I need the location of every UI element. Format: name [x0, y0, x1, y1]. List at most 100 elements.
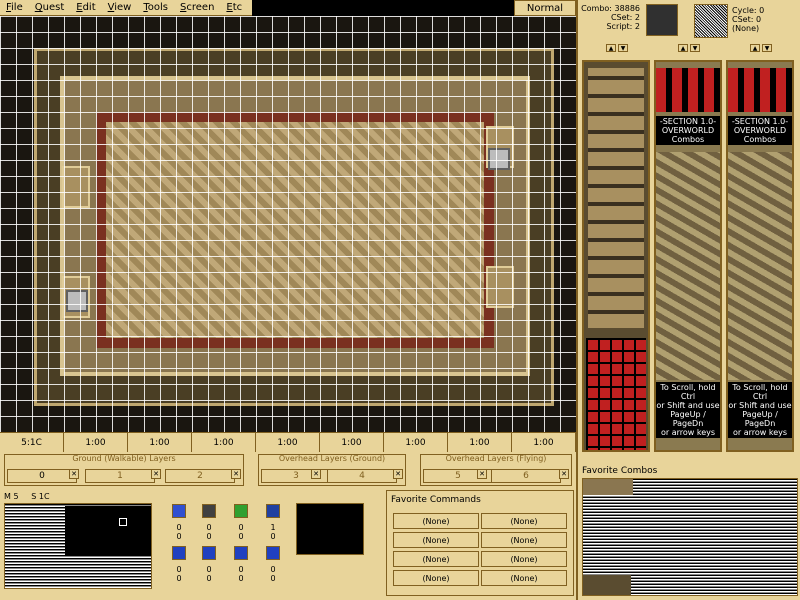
ground-layers-title: Ground (Walkable) Layers — [72, 454, 176, 463]
cycle-down-arrow[interactable]: ▼ — [762, 44, 772, 52]
screen-tab[interactable]: 1:00 — [256, 433, 320, 452]
wall-torch-right-bottom — [486, 266, 514, 308]
item-value: 0 — [238, 574, 244, 583]
screen-tab[interactable]: 1:00 — [128, 433, 192, 452]
screen-tab[interactable]: 1:00 — [512, 433, 576, 452]
menu-view[interactable]: View — [102, 2, 138, 13]
item-value: 0 — [176, 532, 182, 541]
favorite-combo-slot[interactable] — [583, 479, 633, 495]
wall-torch-left-top — [62, 166, 90, 208]
b-button-icon[interactable] — [202, 546, 216, 560]
item-value: 0 — [238, 532, 244, 541]
favorite-command-button[interactable]: (None) — [481, 532, 567, 548]
minimap[interactable] — [4, 503, 152, 589]
menu-etc[interactable]: Etc — [220, 2, 248, 13]
a-button-icon[interactable] — [172, 546, 186, 560]
favorite-combos-title: Favorite Combos — [582, 466, 658, 476]
combo-swatch-row — [728, 68, 792, 112]
item-value: 0 — [176, 565, 182, 574]
favorite-command-button[interactable]: (None) — [393, 532, 479, 548]
item-value: 0 — [206, 532, 212, 541]
item-value: 0 — [238, 565, 244, 574]
stone-block-left — [66, 290, 88, 312]
item-value: 0 — [238, 523, 244, 532]
layer-6-button[interactable]: 6 — [491, 469, 561, 483]
favorite-combos-grid[interactable] — [582, 478, 798, 596]
c-button-icon[interactable] — [234, 546, 248, 560]
screen-tab[interactable]: 1:00 — [192, 433, 256, 452]
combo-list-1[interactable] — [582, 60, 650, 452]
vertical-divider — [576, 0, 578, 600]
combo-tiles — [728, 152, 792, 380]
item-value: 0 — [206, 574, 212, 583]
menu-screen[interactable]: Screen — [174, 2, 220, 13]
overhead-flying-group: Overhead Layers (Flying) 5 ✕ 6 ✕ — [420, 454, 572, 486]
menu-edit[interactable]: Edit — [70, 2, 101, 13]
stairs-icon[interactable] — [202, 504, 216, 518]
cycle-cset: CSet: 0 — [732, 15, 762, 24]
layer-2-checkbox[interactable]: ✕ — [231, 469, 241, 479]
section-label: -SECTION 1.0- OVERWORLD Combos — [656, 116, 720, 145]
layer-1-checkbox[interactable]: ✕ — [151, 469, 161, 479]
d-button-icon[interactable] — [266, 546, 280, 560]
layer-5-checkbox[interactable]: ✕ — [477, 469, 487, 479]
item-value: 0 — [270, 565, 276, 574]
scroll-help-text: To Scroll, hold Ctrl or Shift and use Pa… — [728, 382, 792, 438]
blue-potion-icon[interactable] — [172, 504, 186, 518]
combo-list-2[interactable]: -SECTION 1.0- OVERWORLD Combos To Scroll… — [654, 60, 722, 452]
map-canvas[interactable] — [0, 16, 576, 432]
screen-number: S 1C — [31, 492, 50, 501]
cset-down-arrow[interactable]: ▼ — [690, 44, 700, 52]
menu-file[interactable]: File — [0, 2, 29, 13]
layer-4-checkbox[interactable]: ✕ — [393, 469, 403, 479]
layer-0-button[interactable]: 0 — [7, 469, 77, 483]
favorite-command-button[interactable]: (None) — [393, 570, 479, 586]
item-value: 0 — [176, 574, 182, 583]
cycle-up-arrow[interactable]: ▲ — [750, 44, 760, 52]
menu-tools[interactable]: Tools — [137, 2, 174, 13]
screen-tab[interactable]: 1:00 — [320, 433, 384, 452]
combo-page-up-arrow[interactable]: ▲ — [606, 44, 616, 52]
bomb-icon[interactable] — [266, 504, 280, 518]
favorite-command-button[interactable]: (None) — [481, 513, 567, 529]
layer-2-button[interactable]: 2 — [165, 469, 235, 483]
stone-block-right — [488, 148, 510, 170]
screen-tab[interactable]: 1:00 — [448, 433, 512, 452]
draw-mode-button[interactable]: Normal — [514, 0, 576, 16]
layer-0-checkbox[interactable]: ✕ — [69, 469, 79, 479]
green-item-icon[interactable] — [234, 504, 248, 518]
favorite-commands-title: Favorite Commands — [391, 495, 481, 505]
minimap-label: M 5 S 1C — [4, 492, 50, 501]
screen-tab[interactable]: 1:00 — [384, 433, 448, 452]
ground-layers-group: Ground (Walkable) Layers 0 ✕ 1 ✕ 2 ✕ — [4, 454, 244, 486]
item-value: 0 — [206, 523, 212, 532]
screen-tab[interactable]: 1:00 — [64, 433, 128, 452]
combo-cset: CSet: 2 — [610, 13, 640, 22]
scroll-help-text: To Scroll, hold Ctrl or Shift and use Pa… — [656, 382, 720, 438]
layer-3-checkbox[interactable]: ✕ — [311, 469, 321, 479]
combo-list-3[interactable]: -SECTION 1.0- OVERWORLD Combos To Scroll… — [726, 60, 794, 452]
favorite-command-button[interactable]: (None) — [393, 551, 479, 567]
combo-info-text: Combo: 38886 CSet: 2 Script: 2 — [580, 4, 640, 31]
overhead-ground-title: Overhead Layers (Ground) — [278, 454, 386, 463]
cset-up-arrow[interactable]: ▲ — [678, 44, 688, 52]
layer-4-button[interactable]: 4 — [327, 469, 397, 483]
favorite-command-button[interactable]: (None) — [393, 513, 479, 529]
minimap-cursor — [119, 518, 127, 526]
section-label: -SECTION 1.0- OVERWORLD Combos — [728, 116, 792, 145]
favorite-combo-slot[interactable] — [583, 575, 631, 595]
screen-tabs: 5:1C 1:00 1:00 1:00 1:00 1:00 1:00 1:00 … — [0, 432, 576, 452]
screen-tab[interactable]: 5:1C — [0, 433, 64, 452]
menu-bar-spacer — [252, 0, 514, 16]
layer-1-button[interactable]: 1 — [85, 469, 155, 483]
favorite-command-button[interactable]: (None) — [481, 551, 567, 567]
current-combo-preview[interactable] — [646, 4, 678, 36]
favorite-commands-panel: Favorite Commands (None) (None) (None) (… — [386, 490, 574, 596]
item-value: 0 — [176, 523, 182, 532]
menu-quest[interactable]: Quest — [29, 2, 71, 13]
layer-6-checkbox[interactable]: ✕ — [559, 469, 569, 479]
combo-page-down-arrow[interactable]: ▼ — [618, 44, 628, 52]
item-value: 0 — [270, 574, 276, 583]
cycle-combo-preview[interactable] — [694, 4, 728, 38]
favorite-command-button[interactable]: (None) — [481, 570, 567, 586]
